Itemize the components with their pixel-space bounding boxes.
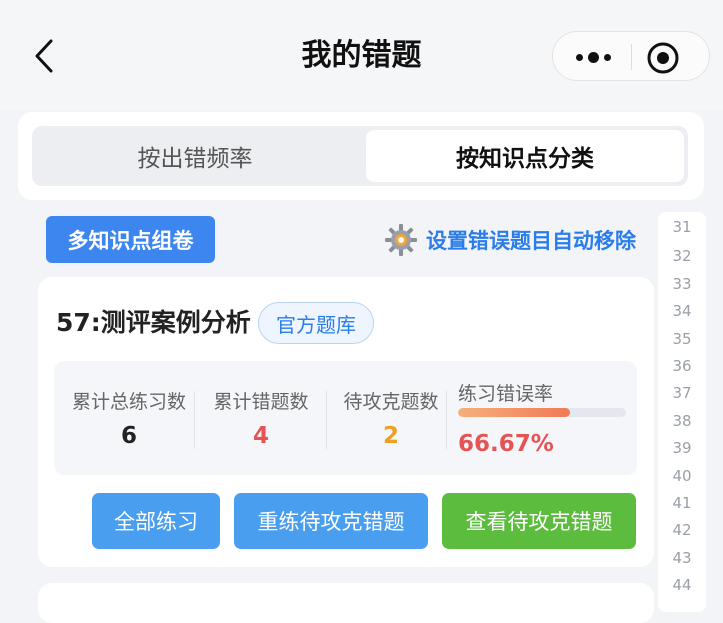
all-practice-button[interactable]: 全部练习 [92,493,220,549]
more-dots-icon [575,53,583,61]
official-bank-tag: 官方题库 [258,302,374,344]
more-button[interactable] [561,37,625,77]
auto-remove-settings-label: 设置错误题目自动移除 [426,229,636,253]
topic-title: 57:测评案例分析 [56,308,251,337]
error-rate-value: 66.67% [458,431,554,457]
auto-remove-settings-link[interactable]: 设置错误题目自动移除 [384,220,636,260]
tab-by-knowledge-point[interactable]: 按知识点分类 [366,130,684,182]
top-nav-bar: 我的错题 [0,0,723,110]
rail-number[interactable]: 42 [658,521,706,539]
stat-divider [194,391,195,449]
stat-divider [446,391,447,449]
rail-number[interactable]: 35 [658,330,706,348]
rail-number[interactable]: 43 [658,549,706,567]
rail-number[interactable]: 44 [658,576,706,594]
stat-pending: 待攻克题数 2 [326,361,456,475]
stat-label: 待攻克题数 [343,391,439,413]
error-rate-label: 练习错误率 [458,383,554,405]
capsule-divider [631,44,632,70]
rail-number[interactable]: 40 [658,467,706,485]
rail-number[interactable]: 41 [658,494,706,512]
multi-knowledge-paper-button[interactable]: 多知识点组卷 [46,216,215,263]
view-pending-errors-button[interactable]: 查看待攻克错题 [442,493,636,549]
rail-number[interactable]: 36 [658,357,706,375]
stat-value: 2 [382,423,399,449]
tab-switcher: 按出错频率 按知识点分类 [32,126,688,186]
stats-panel: 累计总练习数 6 累计错题数 4 待攻克题数 2 练习错误率 66.67% [54,361,637,475]
more-dots-icon-center [587,51,599,63]
number-rail[interactable]: 31 32 33 34 35 36 37 38 39 40 41 42 43 44 [658,212,706,612]
rail-number[interactable]: 38 [658,412,706,430]
rail-number[interactable]: 31 [658,218,706,236]
close-button[interactable] [645,40,681,76]
tab-by-error-frequency[interactable]: 按出错频率 [36,130,354,182]
gear-icon [385,224,417,256]
stat-label: 累计错题数 [213,391,309,413]
rail-number[interactable]: 34 [658,302,706,320]
error-rate-progress-fill [458,408,570,417]
redo-pending-errors-button[interactable]: 重练待攻克错题 [234,493,428,549]
more-dots-icon-right [603,53,611,61]
rail-number[interactable]: 33 [658,275,706,293]
next-topic-card [38,583,654,623]
rail-number[interactable]: 39 [658,439,706,457]
error-rate-progress-track [458,408,626,417]
stat-value: 4 [252,423,269,449]
rail-number[interactable]: 37 [658,384,706,402]
error-topic-card: 57:测评案例分析 官方题库 累计总练习数 6 累计错题数 4 待攻克题数 2 … [38,277,654,567]
rail-number[interactable]: 32 [658,247,706,265]
stat-value: 6 [120,423,137,449]
mini-program-capsule [552,31,710,81]
target-close-icon [647,42,679,74]
stat-label: 累计总练习数 [71,391,186,413]
tab-switcher-card: 按出错频率 按知识点分类 [18,112,704,200]
stat-total-errors: 累计错题数 4 [196,361,326,475]
stat-total-practice: 累计总练习数 6 [64,361,194,475]
